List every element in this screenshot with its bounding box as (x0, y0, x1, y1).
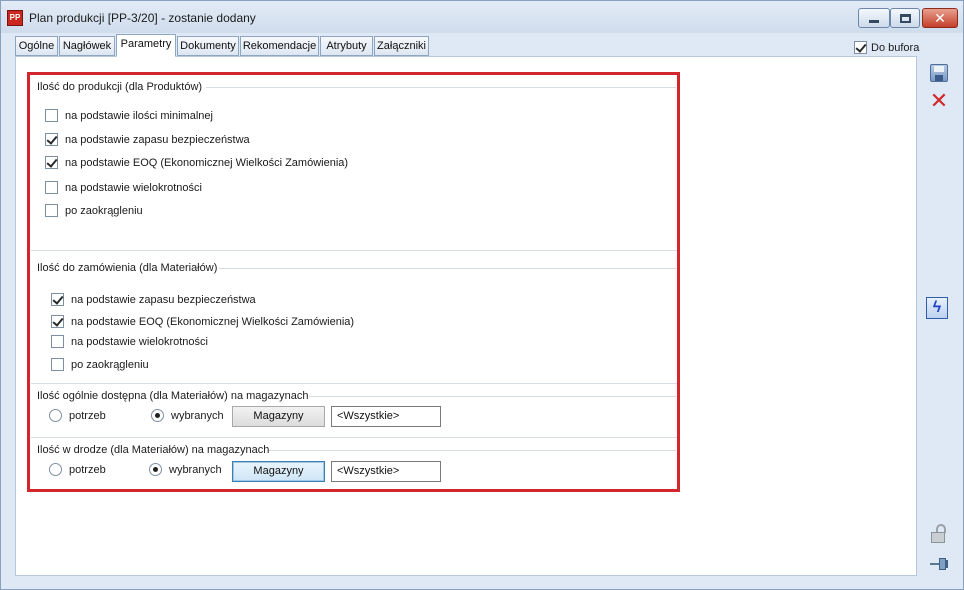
checkbox[interactable] (51, 335, 64, 348)
transit-group-title: Ilość w drodze (dla Materiałów) na magaz… (37, 444, 270, 456)
app-icon: PP (7, 10, 23, 26)
tab-parametry[interactable]: Parametry (116, 34, 176, 57)
section-separator (31, 383, 677, 384)
available-group-title: Ilość ogólnie dostępna (dla Materiałów) … (37, 390, 309, 402)
option-label: po zaokrągleniu (71, 358, 149, 371)
transit-magazyny-button[interactable]: Magazyny (232, 461, 325, 482)
checkbox[interactable] (51, 293, 64, 306)
order-option-multiple[interactable]: na podstawie wielokrotności (51, 335, 208, 348)
lightning-icon: ϟ (926, 297, 948, 319)
order-option-rounding[interactable]: po zaokrągleniu (51, 358, 149, 371)
transit-warehouses-field[interactable]: <Wszystkie> (331, 461, 441, 482)
option-label: na podstawie EOQ (Ekonomicznej Wielkości… (65, 156, 349, 169)
unlock-icon (929, 524, 949, 544)
option-label: na podstawie wielokrotności (65, 181, 202, 194)
tab-rekomendacje[interactable]: Rekomendacje (240, 36, 319, 56)
checkbox[interactable] (45, 181, 58, 194)
tab-dokumenty[interactable]: Dokumenty (177, 36, 239, 56)
production-option-rounding[interactable]: po zaokrągleniu (45, 204, 143, 217)
option-label: na podstawie zapasu bezpieczeństwa (71, 293, 256, 306)
close-icon: ✕ (934, 10, 946, 26)
section-separator (31, 437, 677, 438)
group-divider (309, 396, 676, 397)
radio-label: wybranych (169, 463, 222, 476)
option-label: na podstawie ilości minimalnej (65, 109, 213, 122)
maximize-button[interactable] (890, 8, 920, 28)
order-group-title: Ilość do zamówienia (dla Materiałów) (37, 262, 218, 274)
checkbox[interactable] (45, 204, 58, 217)
tab-zalaczniki[interactable]: Załączniki (374, 36, 429, 56)
close-button[interactable]: ✕ (922, 8, 958, 28)
production-option-min[interactable]: na podstawie ilości minimalnej (45, 109, 213, 122)
tab-atrybuty[interactable]: Atrybuty (320, 36, 373, 56)
transit-radio-need[interactable]: potrzeb (49, 463, 106, 476)
checkbox[interactable] (45, 109, 58, 122)
group-divider (269, 450, 676, 451)
radio-button[interactable] (49, 409, 62, 422)
minimize-icon (869, 19, 879, 23)
pin-button[interactable] (927, 553, 951, 575)
checkbox[interactable] (51, 358, 64, 371)
tab-naglowek[interactable]: Nagłówek (59, 36, 115, 56)
option-label: po zaokrągleniu (65, 204, 143, 217)
radio-label: potrzeb (69, 463, 106, 476)
action-button[interactable]: ϟ (925, 297, 949, 319)
radio-label: potrzeb (69, 409, 106, 422)
close-x-icon: ✕ (929, 88, 949, 113)
production-option-eoq[interactable]: na podstawie EOQ (Ekonomicznej Wielkości… (45, 156, 348, 169)
production-option-safety-stock[interactable]: na podstawie zapasu bezpieczeństwa (45, 133, 250, 146)
group-divider (219, 268, 676, 269)
option-label: na podstawie zapasu bezpieczeństwa (65, 133, 250, 146)
option-label: na podstawie EOQ (Ekonomicznej Wielkości… (71, 315, 355, 328)
checkbox[interactable] (45, 156, 58, 169)
maximize-icon (899, 13, 911, 23)
pin-icon (928, 554, 950, 574)
window-title: Plan produkcji [PP-3/20] - zostanie doda… (29, 11, 256, 25)
minimize-button[interactable] (858, 8, 890, 28)
group-divider (206, 87, 676, 88)
radio-button[interactable] (151, 409, 164, 422)
available-warehouses-field[interactable]: <Wszystkie> (331, 406, 441, 427)
available-radio-need[interactable]: potrzeb (49, 409, 106, 422)
order-option-safety-stock[interactable]: na podstawie zapasu bezpieczeństwa (51, 293, 256, 306)
transit-radio-selected[interactable]: wybranych (149, 463, 222, 476)
option-label: na podstawie wielokrotności (71, 335, 208, 348)
save-icon (930, 64, 948, 82)
title-bar: PP Plan produkcji [PP-3/20] - zostanie d… (1, 1, 963, 33)
section-separator (31, 250, 677, 251)
available-magazyny-button[interactable]: Magazyny (232, 406, 325, 427)
radio-label: wybranych (171, 409, 224, 422)
do-bufora-option[interactable]: Do bufora (854, 41, 919, 54)
available-radio-selected[interactable]: wybranych (151, 409, 224, 422)
window: PP Plan produkcji [PP-3/20] - zostanie d… (0, 0, 964, 590)
tab-ogolne[interactable]: Ogólne (15, 36, 58, 56)
production-option-multiple[interactable]: na podstawie wielokrotności (45, 181, 202, 194)
production-group-title: Ilość do produkcji (dla Produktów) (37, 81, 203, 93)
radio-button[interactable] (49, 463, 62, 476)
radio-button[interactable] (149, 463, 162, 476)
checkbox[interactable] (51, 315, 64, 328)
cancel-button[interactable]: ✕ (927, 90, 951, 112)
do-bufora-label: Do bufora (871, 41, 920, 54)
lock-button[interactable] (927, 523, 951, 545)
order-option-eoq[interactable]: na podstawie EOQ (Ekonomicznej Wielkości… (51, 315, 354, 328)
save-button[interactable] (927, 62, 951, 84)
do-bufora-checkbox[interactable] (854, 41, 867, 54)
checkbox[interactable] (45, 133, 58, 146)
